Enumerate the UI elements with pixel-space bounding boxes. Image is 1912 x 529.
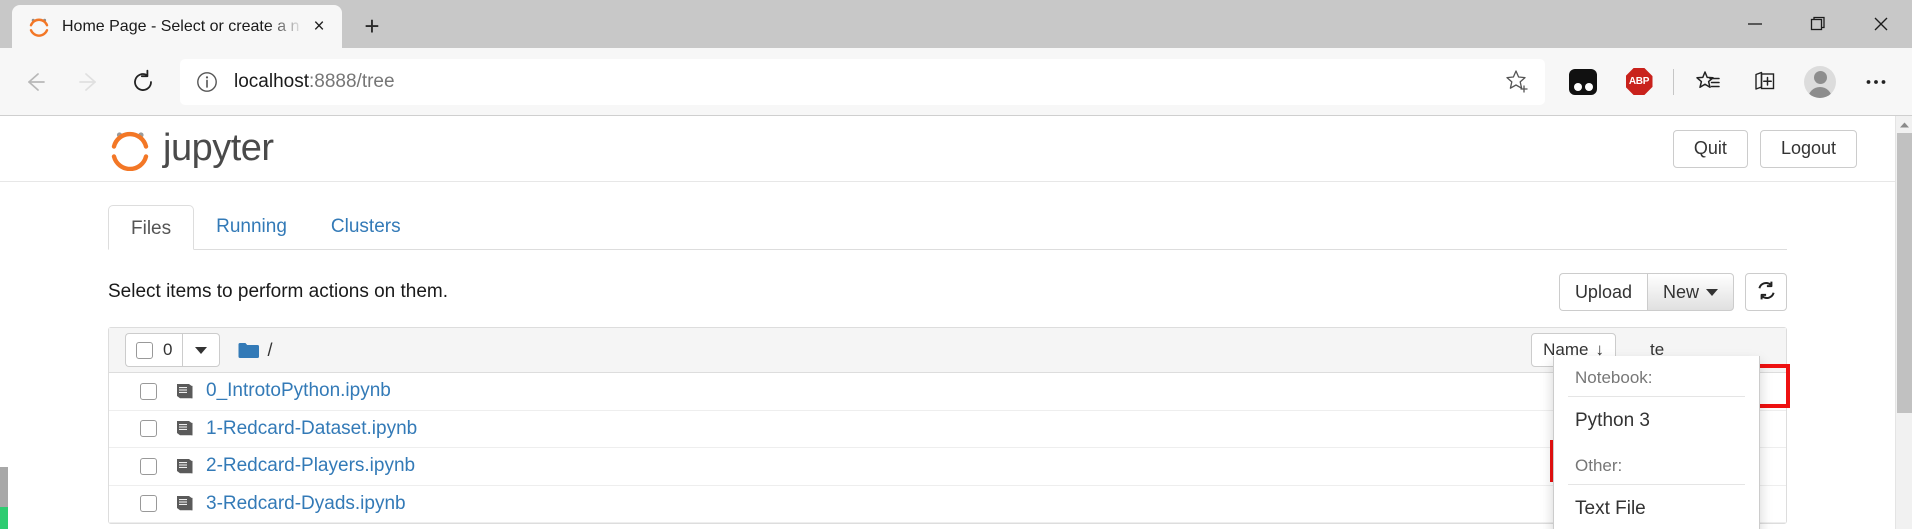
new-dropdown-label: New [1662, 281, 1699, 302]
breadcrumb[interactable]: / [238, 340, 272, 361]
url-host: localhost [234, 70, 309, 92]
row-checkbox[interactable] [140, 382, 157, 400]
selected-count: 0 [163, 340, 173, 359]
table-row[interactable]: 3-Redcard-Dyads.ipynb kB [109, 485, 1786, 523]
dropdown-header-notebook: Notebook: [1575, 368, 1653, 387]
new-dropdown-menu: Notebook: Python 3 Other: Text File Fold… [1553, 356, 1760, 529]
adblock-plus-icon[interactable]: ABP [1615, 58, 1663, 106]
jupyter-logo-icon [108, 127, 152, 171]
file-list: 0 / Name ↓ te 0_IntrotoPython.ipynb 1-Re… [108, 327, 1787, 524]
tab-clusters[interactable]: Clusters [309, 204, 423, 249]
minimize-icon[interactable] [1723, 0, 1786, 48]
logout-button[interactable]: Logout [1759, 129, 1857, 168]
select-all-box[interactable]: 0 [125, 333, 183, 367]
address-bar[interactable]: localhost:8888/tree [180, 58, 1545, 105]
favorites-list-icon[interactable] [1684, 58, 1732, 106]
collections-icon[interactable] [1740, 58, 1788, 106]
select-all-group: 0 [125, 333, 221, 367]
chevron-down-icon [1706, 288, 1718, 296]
action-message: Select items to perform actions on them. [108, 281, 449, 302]
browser-titlebar: Home Page - Select or create a n × + [0, 0, 1912, 48]
quit-button[interactable]: Quit [1672, 129, 1748, 168]
notebook-icon [175, 495, 195, 512]
jupyter-page: jupyter Quit Logout Files Running Cluste… [0, 116, 1895, 529]
chevron-down-icon [195, 346, 208, 354]
vertical-scrollbar[interactable] [1895, 116, 1912, 529]
table-row[interactable]: 0_IntrotoPython.ipynb kB [109, 373, 1786, 411]
file-name-link[interactable]: 1-Redcard-Dataset.ipynb [206, 418, 417, 440]
menu-item-python3[interactable]: Python 3 [1554, 401, 1759, 442]
forward-arrow-icon[interactable] [66, 59, 112, 105]
table-row[interactable]: 2-Redcard-Players.ipynb MB [109, 448, 1786, 486]
pocket-extension-icon[interactable] [1559, 58, 1607, 106]
tab-running[interactable]: Running [194, 204, 309, 249]
dropdown-header-other: Other: [1575, 455, 1623, 475]
file-name-link[interactable]: 2-Redcard-Players.ipynb [206, 455, 415, 477]
notebook-icon [175, 458, 195, 475]
new-dropdown-button[interactable]: New [1646, 273, 1734, 311]
breadcrumb-root[interactable]: / [267, 340, 272, 361]
close-icon[interactable] [1849, 0, 1912, 48]
browser-window: Home Page - Select or create a n × + loc… [0, 0, 1912, 529]
url-path: :8888/tree [309, 70, 395, 92]
adblock-plus-badge: ABP [1625, 68, 1653, 95]
back-arrow-icon[interactable] [12, 59, 58, 105]
refresh-button[interactable] [1745, 273, 1787, 311]
file-name-link[interactable]: 0_IntrotoPython.ipynb [206, 380, 391, 402]
jupyter-logo[interactable]: jupyter [108, 127, 274, 171]
upload-button[interactable]: Upload [1558, 273, 1647, 311]
info-circle-icon[interactable] [194, 69, 220, 95]
jupyter-header: jupyter Quit Logout [0, 116, 1895, 182]
browser-toolbar: localhost:8888/tree ABP [0, 48, 1912, 116]
reload-icon[interactable] [120, 59, 166, 105]
notebook-icon [175, 383, 195, 400]
page-viewport: jupyter Quit Logout Files Running Cluste… [0, 116, 1912, 529]
jupyter-logo-text: jupyter [163, 127, 274, 169]
jupyter-favicon-icon [28, 16, 50, 38]
dropdown-divider [1568, 396, 1745, 397]
file-list-header: 0 / Name ↓ te [109, 328, 1786, 373]
tab-close-icon[interactable]: × [306, 14, 332, 40]
row-checkbox[interactable] [140, 495, 157, 513]
row-checkbox[interactable] [140, 420, 157, 438]
file-name-link[interactable]: 3-Redcard-Dyads.ipynb [206, 493, 406, 515]
scrollbar-thumb[interactable] [1897, 133, 1912, 413]
tab-files[interactable]: Files [108, 205, 195, 250]
window-controls [1723, 0, 1912, 48]
folder-icon [238, 342, 260, 359]
settings-more-icon[interactable] [1852, 58, 1900, 106]
indicator-green-segment [0, 507, 8, 529]
toolbar-divider [1673, 68, 1674, 95]
select-all-checkbox[interactable] [136, 341, 153, 359]
new-tab-button[interactable]: + [352, 6, 392, 46]
refresh-icon [1756, 280, 1777, 304]
select-all-dropdown[interactable] [182, 333, 221, 367]
jupyter-tabs: Files Running Clusters [108, 204, 1787, 250]
notebook-icon [175, 420, 195, 437]
profile-avatar[interactable] [1796, 58, 1844, 106]
indicator-gray-segment [0, 467, 8, 507]
menu-item-text-file[interactable]: Text File [1554, 489, 1759, 529]
address-bar-url[interactable]: localhost:8888/tree [234, 71, 1503, 93]
row-checkbox[interactable] [140, 457, 157, 475]
browser-tab-title: Home Page - Select or create a n [62, 17, 300, 35]
download-progress-indicator [0, 467, 8, 529]
browser-tab[interactable]: Home Page - Select or create a n × [12, 5, 342, 48]
action-row: Select items to perform actions on them.… [108, 272, 1787, 312]
star-plus-icon[interactable] [1503, 67, 1533, 97]
dropdown-divider [1568, 483, 1745, 485]
maximize-icon[interactable] [1786, 0, 1849, 48]
action-button-group: Upload New [1558, 273, 1734, 311]
scroll-up-arrow-icon[interactable] [1896, 116, 1912, 133]
table-row[interactable]: 1-Redcard-Dataset.ipynb kB [109, 410, 1786, 448]
